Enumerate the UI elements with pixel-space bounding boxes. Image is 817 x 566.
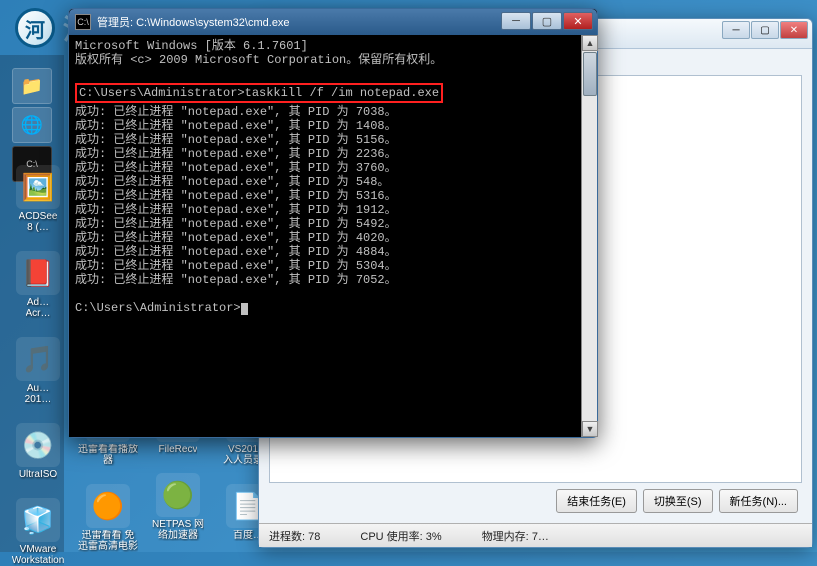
taskbar-item-explorer[interactable]: 📁 [12,68,52,104]
cmd-title-bar[interactable]: C:\ 管理员: C:\Windows\system32\cmd.exe ─ ▢… [69,9,597,35]
cmd-maximize-button[interactable]: ▢ [532,12,562,30]
taskmgr-close-button[interactable]: ✕ [780,21,808,39]
cmd-scrollbar[interactable]: ▲ ▼ [581,35,597,437]
acdsee-icon: 🖼️ [16,165,60,209]
xunlei-free-icon: 🟠 [86,484,130,528]
vmware-label: VMwareWorkstation [12,544,65,566]
ultraiso-icon: 💿 [16,423,60,467]
end-task-button[interactable]: 结束任务(E) [556,489,637,513]
filerecv-label: FileRecv [159,444,198,455]
status-cpu-value: 3% [426,531,442,543]
cmd-body[interactable]: Microsoft Windows [版本 6.1.7601] 版权所有 <c>… [69,35,597,437]
scroll-thumb[interactable] [583,52,597,96]
vmware-icon: 🧊 [16,498,60,542]
new-task-button[interactable]: 新任务(N)... [719,489,798,513]
scroll-down-button[interactable]: ▼ [582,421,598,437]
scroll-up-button[interactable]: ▲ [582,35,598,51]
audition-icon: 🎵 [16,337,60,381]
ultraiso-label: UltraISO [19,469,57,480]
desktop-icon-audition[interactable]: 🎵Au…201… [8,337,68,405]
status-proc-value: 78 [308,531,320,543]
desktop-icon-xunlei-free[interactable]: 🟠迅雷看看 免迅雷高清电影 [78,484,138,552]
xunlei-player-label: 迅雷看看播放器 [78,444,138,466]
status-mem-value: 7… [532,531,549,543]
cmd-minimize-button[interactable]: ─ [501,12,531,30]
audition-label: Au…201… [25,383,52,405]
netpas-icon: 🟢 [156,473,200,517]
netpas-label: NETPAS 网络加速器 [152,519,204,541]
status-mem-label: 物理内存: [482,531,529,543]
acdsee-label: ACDSee8 (… [19,211,58,233]
taskmgr-minimize-button[interactable]: ─ [722,21,750,39]
desktop-icon-acrobat[interactable]: 📕Ad…Acr… [8,251,68,319]
taskmgr-maximize-button[interactable]: ▢ [751,21,779,39]
cmd-icon: C:\ [75,14,91,30]
status-proc-label: 进程数: [269,531,305,543]
desktop-icon-netpas[interactable]: 🟢NETPAS 网络加速器 [148,473,208,541]
watermark-logo-icon: 河 [15,8,55,48]
cmd-window[interactable]: C:\ 管理员: C:\Windows\system32\cmd.exe ─ ▢… [68,8,598,438]
desktop-icon-acdsee[interactable]: 🖼️ACDSee8 (… [8,165,68,233]
switch-to-button[interactable]: 切换至(S) [643,489,713,513]
cmd-close-button[interactable]: ✕ [563,12,593,30]
highlighted-command: C:\Users\Administrator>taskkill /f /im n… [75,83,443,103]
acrobat-icon: 📕 [16,251,60,295]
cmd-title-text: 管理员: C:\Windows\system32\cmd.exe [97,14,290,30]
desktop-icon-vmware[interactable]: 🧊VMwareWorkstation [8,498,68,566]
xunlei-free-label: 迅雷看看 免迅雷高清电影 [78,530,138,552]
cmd-cursor [241,303,248,315]
taskbar-item-browser[interactable]: 🌐 [12,107,52,143]
acrobat-label: Ad…Acr… [26,297,51,319]
desktop-icon-ultraiso[interactable]: 💿 UltraISO [8,423,68,480]
taskmgr-status-bar: 进程数: 78 CPU 使用率: 3% 物理内存: 7… [259,523,812,547]
status-cpu-label: CPU 使用率: [360,531,422,543]
